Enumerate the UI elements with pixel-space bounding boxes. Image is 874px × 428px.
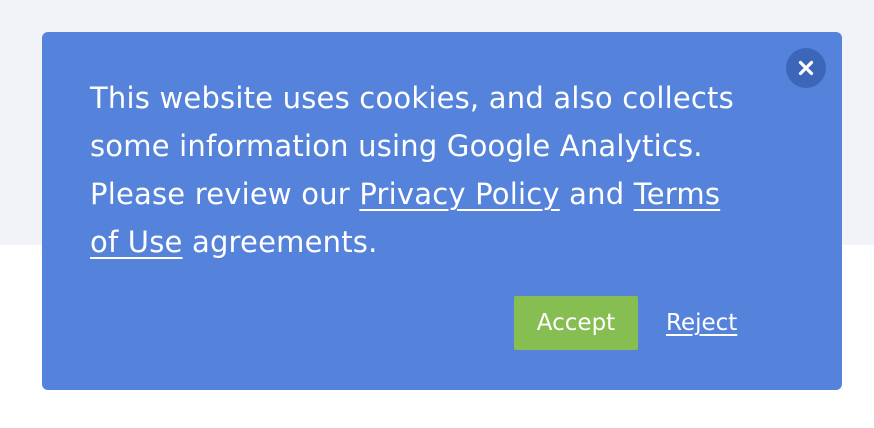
cookie-message: This website uses cookies, and also coll… xyxy=(90,74,750,266)
close-icon xyxy=(798,60,814,76)
cookie-consent-banner: This website uses cookies, and also coll… xyxy=(42,32,842,390)
accept-button[interactable]: Accept xyxy=(514,296,638,350)
reject-link[interactable]: Reject xyxy=(666,296,737,350)
cookie-message-outro: agreements. xyxy=(182,225,378,259)
cookie-message-and: and xyxy=(559,177,634,211)
close-button[interactable] xyxy=(786,48,826,88)
privacy-policy-link[interactable]: Privacy Policy xyxy=(359,177,559,211)
